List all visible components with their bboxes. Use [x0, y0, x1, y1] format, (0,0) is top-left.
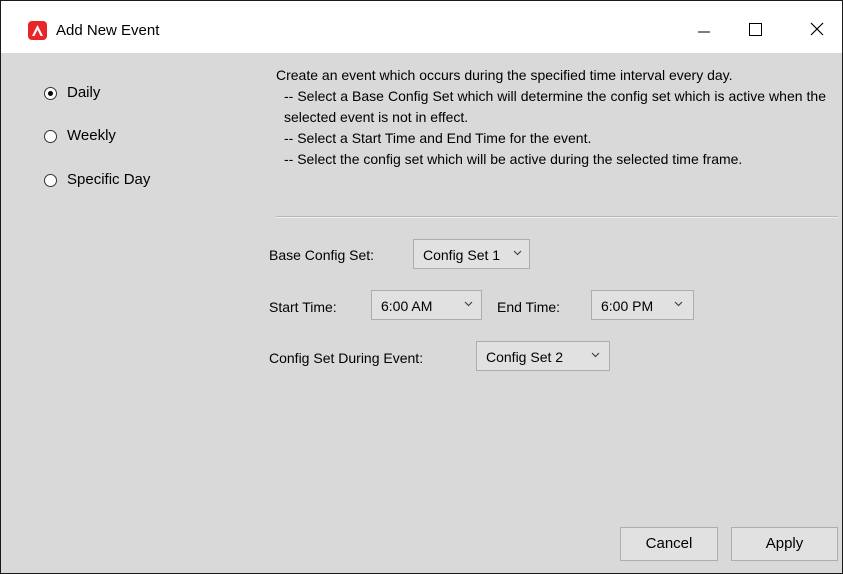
apply-button[interactable]: Apply	[731, 527, 838, 561]
description-step: -- Select the config set which will be a…	[284, 151, 743, 167]
base-config-label: Base Config Set:	[269, 247, 375, 263]
chevron-down-icon	[591, 351, 600, 359]
radio-button-icon[interactable]	[44, 174, 57, 187]
chevron-down-icon	[674, 300, 683, 308]
end-time-value: 6:00 PM	[601, 298, 654, 314]
base-config-dropdown[interactable]: Config Set 1	[413, 239, 530, 269]
event-description: Create an event which occurs during the …	[276, 65, 836, 170]
description-step: -- Select a Start Time and End Time for …	[284, 130, 592, 146]
radio-selected-dot	[48, 91, 53, 96]
radio-button-icon[interactable]	[44, 87, 57, 100]
maximize-icon	[749, 23, 762, 36]
base-config-value: Config Set 1	[423, 247, 501, 263]
start-time-value: 6:00 AM	[381, 298, 433, 314]
dialog-content: Daily Weekly Specific Day Create an even…	[1, 53, 842, 573]
description-intro: Create an event which occurs during the …	[276, 67, 733, 83]
radio-label: Specific Day	[67, 171, 151, 188]
maximize-button[interactable]	[732, 11, 778, 51]
title-bar[interactable]: Add New Event	[1, 1, 842, 53]
chevron-down-icon	[464, 300, 473, 308]
minimize-icon	[698, 31, 710, 33]
minimize-button[interactable]	[681, 11, 727, 51]
app-logo-icon	[28, 21, 47, 40]
close-button[interactable]	[795, 11, 841, 51]
add-new-event-dialog: Add New Event Daily Weekly Specific Day …	[0, 0, 843, 574]
config-set-during-dropdown[interactable]: Config Set 2	[476, 341, 610, 371]
cancel-button[interactable]: Cancel	[620, 527, 718, 561]
config-set-during-label: Config Set During Event:	[269, 350, 424, 366]
radio-label: Weekly	[67, 127, 116, 144]
end-time-dropdown[interactable]: 6:00 PM	[591, 290, 694, 320]
chevron-down-icon	[513, 249, 522, 257]
close-icon	[810, 22, 824, 36]
radio-label: Daily	[67, 84, 101, 101]
start-time-label: Start Time:	[269, 299, 337, 315]
end-time-label: End Time:	[497, 299, 561, 315]
separator	[276, 216, 838, 218]
start-time-dropdown[interactable]: 6:00 AM	[371, 290, 482, 320]
config-set-during-value: Config Set 2	[486, 349, 564, 365]
description-step: -- Select a Base Config Set which will d…	[284, 88, 826, 125]
window-title: Add New Event	[56, 22, 160, 39]
radio-button-icon[interactable]	[44, 130, 57, 143]
